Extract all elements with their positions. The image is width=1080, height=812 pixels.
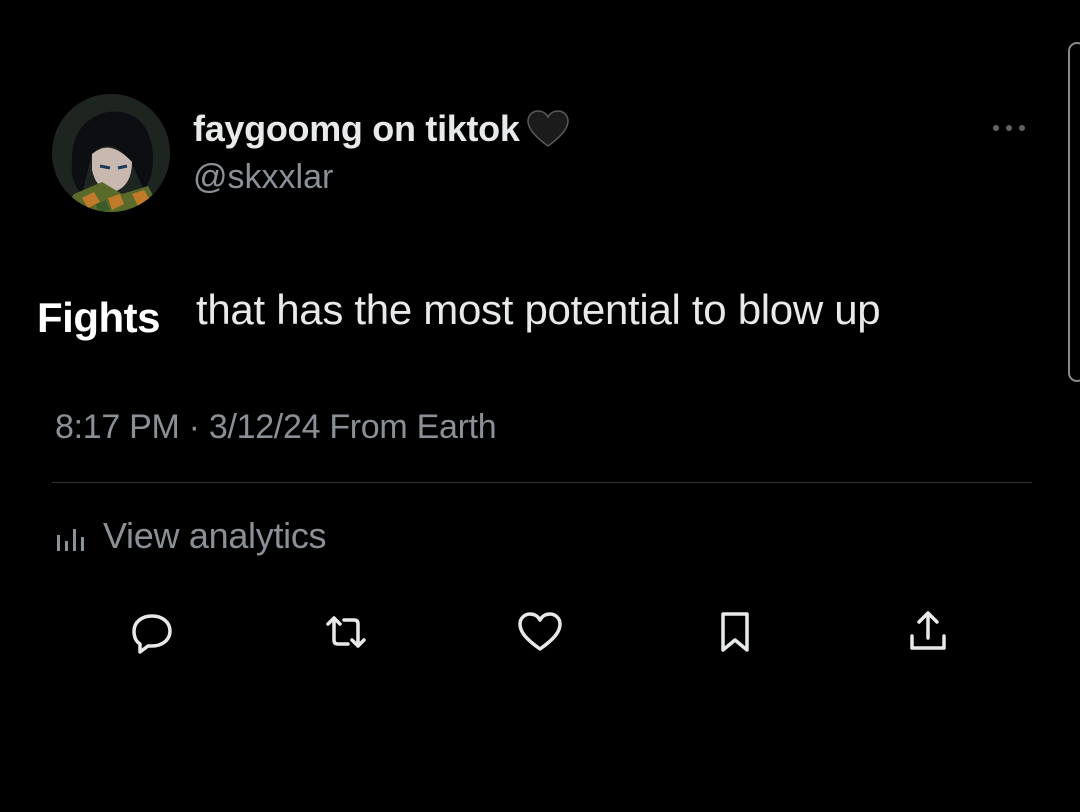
heart-icon: [518, 612, 562, 651]
like-button[interactable]: [514, 608, 566, 656]
black-heart-icon: [526, 109, 570, 149]
bookmark-icon: [721, 612, 749, 652]
reply-icon: [132, 614, 172, 654]
overlay-caption-word: Fights: [37, 294, 160, 341]
share-icon: [910, 611, 946, 650]
divider: [52, 482, 1032, 483]
more-horizontal-icon[interactable]: [990, 120, 1030, 136]
avatar-image: [52, 94, 170, 212]
repost-icon: [326, 616, 366, 648]
reply-button[interactable]: [126, 608, 178, 656]
view-analytics-label[interactable]: View analytics: [103, 515, 327, 557]
bookmark-button[interactable]: [709, 608, 761, 656]
view-analytics-link[interactable]: View analytics: [55, 514, 327, 558]
author-display-name[interactable]: faygoomg on tiktok: [193, 108, 520, 150]
author-handle[interactable]: @skxxlar: [193, 158, 333, 197]
bar-chart-icon: [55, 521, 89, 551]
author-name-row[interactable]: faygoomg on tiktok: [193, 106, 570, 152]
avatar[interactable]: [52, 94, 170, 212]
post-text: that has the most potential to blow up: [196, 286, 881, 333]
post-timestamp[interactable]: 8:17 PM · 3/12/24 From Earth: [55, 408, 497, 447]
post: faygoomg on tiktok @skxxlar Fights that …: [0, 0, 1080, 812]
repost-button[interactable]: [320, 608, 372, 656]
scrollbar[interactable]: [1068, 42, 1080, 382]
share-button[interactable]: [902, 608, 954, 656]
